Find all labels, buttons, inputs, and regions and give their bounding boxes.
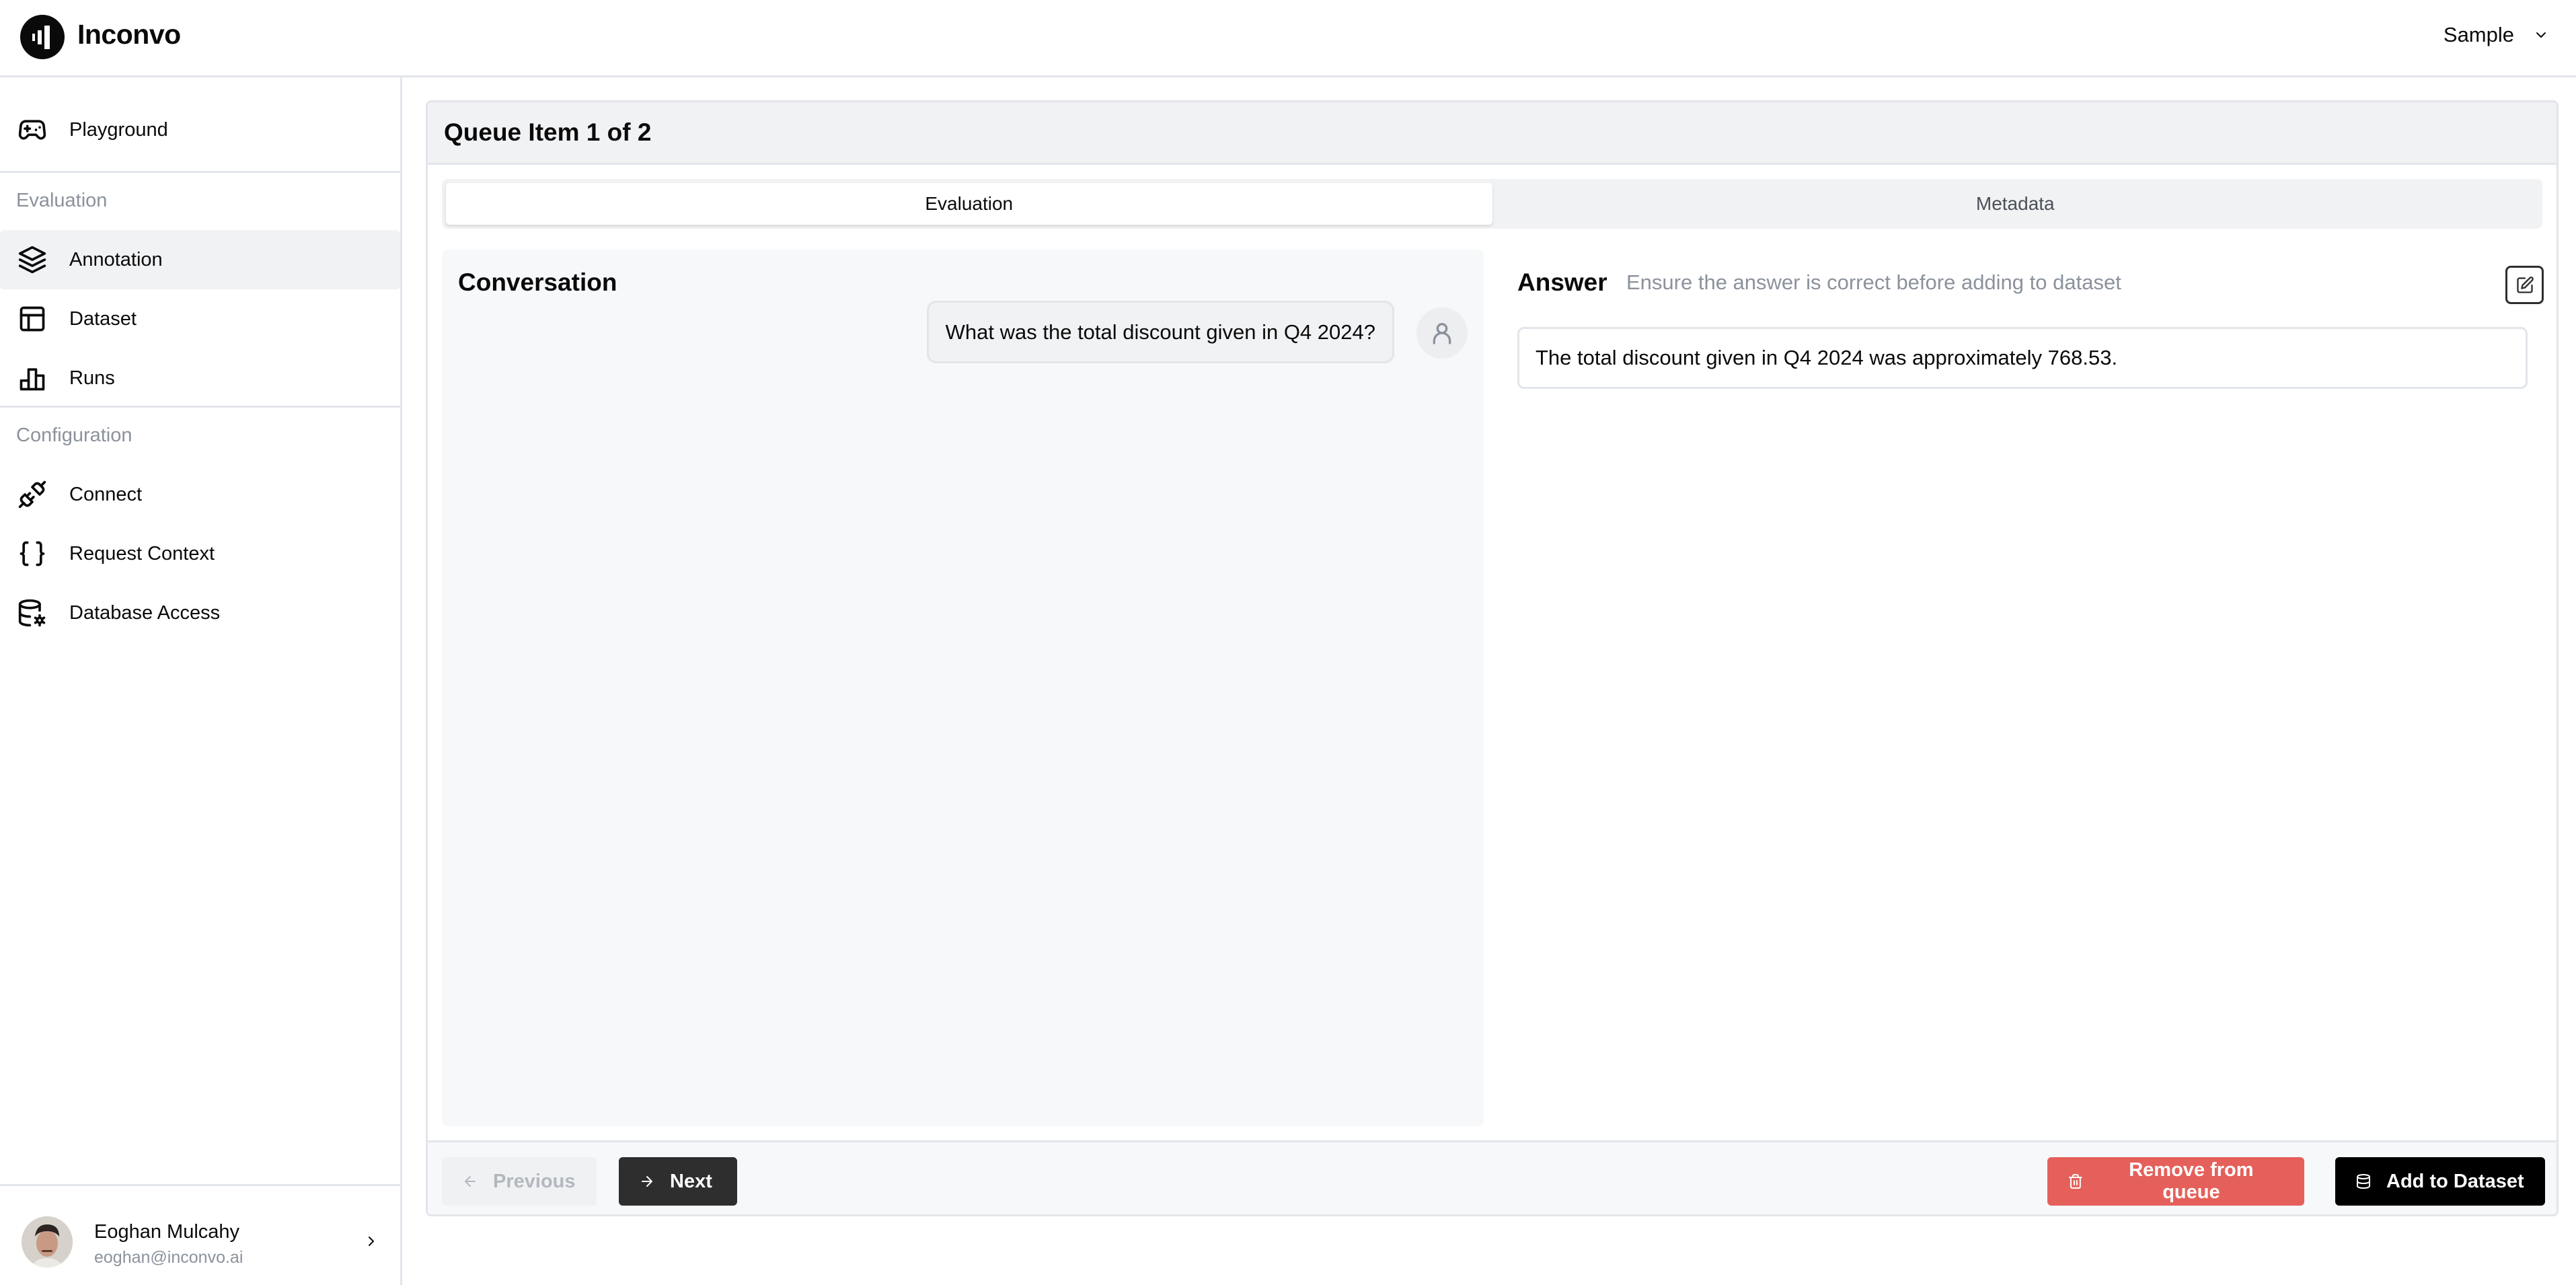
sidebar-item-label: Playground: [69, 118, 168, 141]
tab-evaluation[interactable]: Evaluation: [446, 183, 1492, 225]
sidebar-item-request-context[interactable]: Request Context: [0, 524, 400, 583]
user-email: eoghan@inconvo.ai: [94, 1248, 243, 1267]
sidebar-item-label: Annotation: [69, 248, 163, 270]
answer-hint: Ensure the answer is correct before addi…: [1626, 270, 2121, 294]
database-settings-icon: [17, 598, 47, 628]
sidebar: Playground Evaluation Annotation Dataset…: [0, 77, 402, 1285]
sidebar-item-label: Runs: [69, 367, 115, 389]
sidebar-divider: [0, 406, 400, 408]
user-profile-menu[interactable]: Eoghan Mulcahy eoghan@inconvo.ai: [0, 1184, 400, 1285]
arrow-left-icon: [465, 1176, 476, 1187]
brand-name: Inconvo: [77, 19, 181, 50]
database-icon: [2357, 1174, 2370, 1189]
edit-answer-button[interactable]: [2505, 266, 2544, 304]
gamepad-icon: [17, 115, 47, 145]
panel-footer: Previous Next Remove from queue Add to D…: [428, 1140, 2556, 1214]
avatar: [22, 1216, 73, 1268]
bar-chart-icon: [17, 363, 47, 393]
tab-list: Evaluation Metadata: [442, 179, 2542, 229]
sidebar-item-label: Dataset: [69, 307, 137, 330]
workspace-selector-label: Sample: [2443, 23, 2514, 46]
remove-label: Remove from queue: [2129, 1159, 2254, 1203]
workspace-selector[interactable]: Sample: [2444, 23, 2549, 47]
user-name: Eoghan Mulcahy: [94, 1221, 240, 1243]
sidebar-divider: [0, 171, 400, 173]
remove-from-queue-button[interactable]: Remove from queue: [2047, 1157, 2304, 1206]
sidebar-item-annotation[interactable]: Annotation: [0, 230, 400, 289]
user-message-bubble: What was the total discount given in Q4 …: [926, 301, 1394, 363]
plug-icon: [17, 480, 47, 509]
inconvo-logo-icon[interactable]: [20, 15, 65, 59]
top-header: Inconvo Sample: [0, 0, 2576, 77]
answer-text: The total discount given in Q4 2024 was …: [1517, 327, 2528, 389]
panel-header: Queue Item 1 of 2: [428, 102, 2556, 165]
queue-item-panel: Queue Item 1 of 2 Evaluation Metadata Co…: [426, 100, 2559, 1216]
add-to-dataset-button[interactable]: Add to Dataset: [2335, 1157, 2545, 1206]
trash-icon: [2068, 1174, 2082, 1189]
section-label-configuration: Configuration: [16, 425, 132, 446]
conversation-title: Conversation: [458, 268, 617, 296]
sidebar-item-playground[interactable]: Playground: [0, 100, 400, 159]
user-icon: [1433, 323, 1451, 344]
sidebar-item-label: Request Context: [69, 542, 215, 564]
sidebar-item-label: Database Access: [69, 601, 221, 624]
user-avatar: [1416, 307, 1468, 359]
sidebar-item-runs[interactable]: Runs: [0, 348, 400, 408]
previous-button[interactable]: Previous: [442, 1157, 597, 1206]
add-label: Add to Dataset: [2386, 1170, 2524, 1192]
page-title: Queue Item 1 of 2: [444, 118, 652, 146]
edit-icon: [2516, 276, 2534, 293]
braces-icon: [17, 539, 47, 568]
chevron-down-icon: [2536, 32, 2546, 38]
tab-metadata[interactable]: Metadata: [1492, 183, 2539, 225]
sidebar-item-dataset[interactable]: Dataset: [0, 289, 400, 348]
layers-icon: [17, 245, 47, 274]
conversation-panel: Conversation What was the total discount…: [442, 250, 1484, 1126]
sidebar-item-connect[interactable]: Connect: [0, 465, 400, 524]
section-label-evaluation: Evaluation: [16, 190, 108, 211]
answer-title: Answer: [1517, 268, 1607, 296]
previous-label: Previous: [493, 1170, 576, 1192]
table-icon: [17, 304, 47, 334]
next-label: Next: [670, 1170, 712, 1192]
next-button[interactable]: Next: [619, 1157, 737, 1206]
sidebar-item-label: Connect: [69, 483, 143, 505]
sidebar-item-database-access[interactable]: Database Access: [0, 583, 400, 642]
chevron-right-icon: [369, 1237, 374, 1246]
arrow-right-icon: [642, 1176, 652, 1187]
